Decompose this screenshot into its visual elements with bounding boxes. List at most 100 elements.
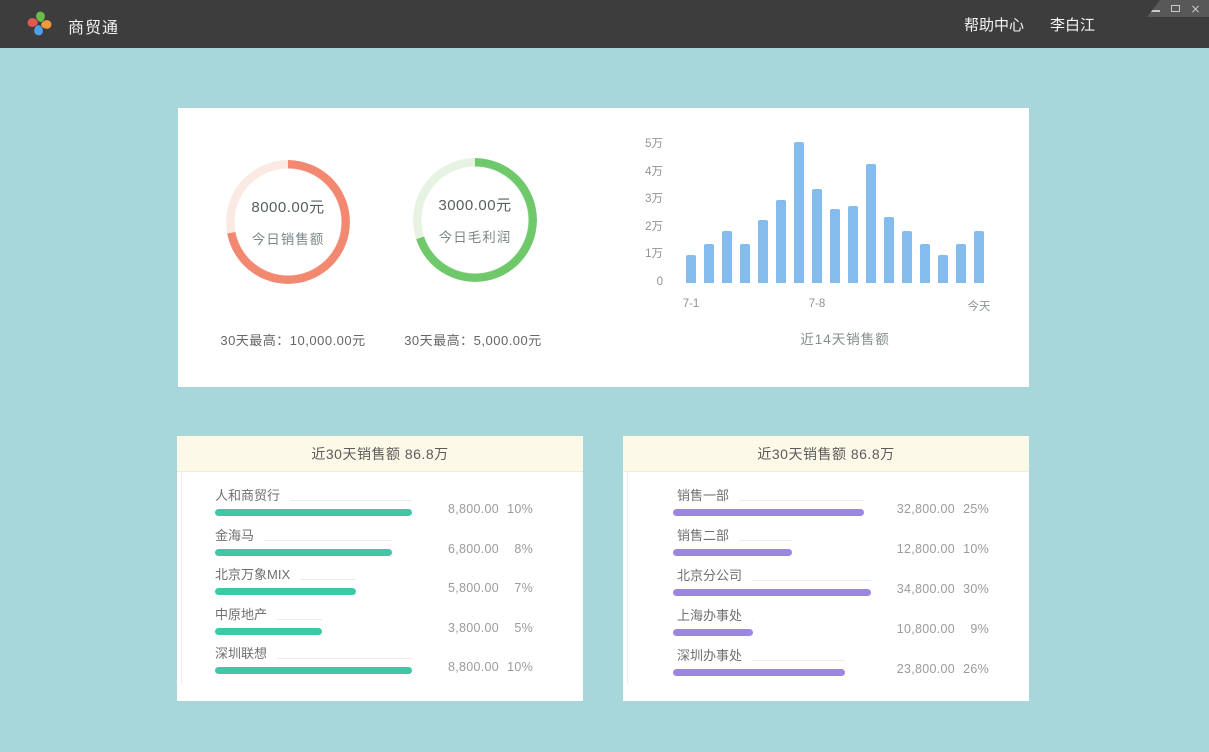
rank-row-name: 金海马 <box>215 528 264 544</box>
rank-row-percent: 25% <box>955 502 989 516</box>
daily-sales-chart: 01万2万3万4万5万 7-17-8今天 近14天销售额 <box>608 136 1018 356</box>
rank-row-name: 中原地产 <box>215 607 277 623</box>
rank-row-percent: 10% <box>499 660 533 674</box>
rank-row-name: 销售二部 <box>677 528 739 544</box>
rank-row-bar <box>215 628 322 635</box>
rank-row-value: 12,800.00 <box>891 542 955 556</box>
y-tick-label: 1万 <box>613 247 663 261</box>
help-center-link[interactable]: 帮助中心 <box>964 14 1024 35</box>
x-tick-label: 今天 <box>968 298 991 314</box>
x-tick-label: 7-8 <box>809 298 826 310</box>
rank-row-bar <box>673 549 792 556</box>
titlebar: 商贸通 帮助中心 李白江 × <box>0 0 1209 48</box>
rank-row-leader-line <box>752 620 753 621</box>
sales-bar <box>794 142 804 283</box>
sales-bar <box>740 244 750 283</box>
rank-row-name: 人和商贸行 <box>215 488 290 504</box>
sales-bar <box>848 206 858 283</box>
customer-sales-rank-card: 近30天销售额 86.8万 人和商贸行 8,800.00 10% 金海马 6,8… <box>177 436 583 701</box>
rank-row-leader-line <box>300 579 356 580</box>
rank-row-leader-line <box>752 580 871 581</box>
titlebar-nav: 帮助中心 李白江 <box>964 0 1095 48</box>
today-sales-value: 8000.00元 <box>251 196 324 217</box>
close-icon: × <box>1190 3 1200 15</box>
rank-row-value: 32,800.00 <box>891 502 955 516</box>
rank-row-leader-line <box>290 500 412 501</box>
rank-row-percent: 9% <box>955 622 989 636</box>
rank-row-percent: 10% <box>955 542 989 556</box>
rank-row-bar <box>215 667 412 674</box>
rank-row: 中原地产 3,800.00 5% <box>215 607 533 647</box>
sales-bar <box>776 200 786 283</box>
app-title: 商贸通 <box>68 14 119 38</box>
department-sales-rank-card: 近30天销售额 86.8万 销售一部 32,800.00 25% 销售二部 12… <box>623 436 1029 701</box>
maximize-button[interactable] <box>1170 2 1181 15</box>
rank-row-name: 上海办事处 <box>677 608 752 624</box>
sales-bar <box>902 231 912 283</box>
x-tick-label: 7-1 <box>683 298 700 310</box>
rank-row-name: 销售一部 <box>677 488 739 504</box>
close-button[interactable]: × <box>1190 2 1201 15</box>
rank-row-value: 3,800.00 <box>435 621 499 635</box>
rank-row-name: 深圳办事处 <box>677 648 752 664</box>
y-tick-label: 0 <box>613 275 663 289</box>
rank-row-leader-line <box>739 500 864 501</box>
rank-row-value: 8,800.00 <box>435 660 499 674</box>
rank-row-percent: 8% <box>499 542 533 556</box>
rank-row: 北京分公司 34,800.00 30% <box>673 568 989 608</box>
sales-bar <box>758 220 768 284</box>
rank-row-percent: 5% <box>499 621 533 635</box>
rank-row: 深圳联想 8,800.00 10% <box>215 646 533 686</box>
rank-row-bar <box>673 669 845 676</box>
rank-row-percent: 30% <box>955 582 989 596</box>
rank-row-value: 5,800.00 <box>435 581 499 595</box>
sales-bar <box>812 189 822 283</box>
rank-row-leader-line <box>277 619 322 620</box>
rank-row-bar <box>215 509 412 516</box>
y-tick-label: 5万 <box>613 137 663 151</box>
maximize-icon <box>1171 5 1180 12</box>
rank-row-bar <box>215 549 392 556</box>
app-brand: 商贸通 <box>27 11 52 36</box>
rank-row: 销售二部 12,800.00 10% <box>673 528 989 568</box>
today-profit-value: 3000.00元 <box>438 194 511 215</box>
rank-row-value: 23,800.00 <box>891 662 955 676</box>
pinwheel-logo-icon <box>27 11 52 36</box>
rank-row-bar <box>673 589 871 596</box>
today-sales-caption: 今日销售额 <box>252 228 325 248</box>
rank-row: 销售一部 32,800.00 25% <box>673 488 989 528</box>
department-rank-list: 销售一部 32,800.00 25% 销售二部 12,800.00 10% 北京… <box>623 472 1029 700</box>
window-controls: × <box>1147 0 1209 17</box>
y-tick-label: 4万 <box>613 165 663 179</box>
today-profit-donut: 3000.00元 今日毛利润 <box>413 158 537 282</box>
sales-bar <box>974 231 984 283</box>
sales-bar <box>938 255 948 283</box>
minimize-icon <box>1151 10 1160 12</box>
rank-row-value: 6,800.00 <box>435 542 499 556</box>
rank-row-bar <box>673 629 753 636</box>
sales-bar <box>686 255 696 283</box>
rank-row-value: 10,800.00 <box>891 622 955 636</box>
rank-row-name: 深圳联想 <box>215 646 277 662</box>
sales-bar <box>830 209 840 284</box>
rank-row-percent: 10% <box>499 502 533 516</box>
rank-row-leader-line <box>264 540 392 541</box>
rank-row: 北京万象MIX 5,800.00 7% <box>215 567 533 607</box>
y-tick-label: 3万 <box>613 192 663 206</box>
overview-card: 8000.00元 今日销售额 30天最高：10,000.00元 3000.00元… <box>178 108 1029 387</box>
rank-row-leader-line <box>739 540 792 541</box>
rank-row-percent: 7% <box>499 581 533 595</box>
sales-bar <box>956 244 966 283</box>
minimize-button[interactable] <box>1150 2 1161 15</box>
rank-row-leader-line <box>277 658 412 659</box>
rank-row: 金海马 6,800.00 8% <box>215 528 533 568</box>
today-profit-30day-max: 30天最高：5,000.00元 <box>358 330 588 349</box>
sales-bar <box>704 244 714 283</box>
rank-row: 上海办事处 10,800.00 9% <box>673 608 989 648</box>
rank-row-value: 8,800.00 <box>435 502 499 516</box>
rank-row-leader-line <box>752 660 845 661</box>
current-user-link[interactable]: 李白江 <box>1050 14 1095 35</box>
rank-row-bar <box>215 588 356 595</box>
rank-row: 深圳办事处 23,800.00 26% <box>673 648 989 688</box>
sales-bar <box>920 244 930 283</box>
